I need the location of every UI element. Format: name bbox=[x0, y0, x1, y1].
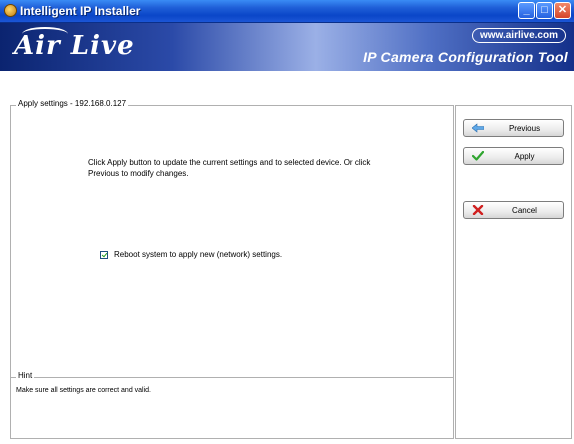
previous-label: Previous bbox=[508, 124, 541, 133]
app-icon bbox=[4, 4, 17, 17]
reboot-option[interactable]: Reboot system to apply new (network) set… bbox=[100, 250, 282, 259]
arrow-left-icon bbox=[472, 123, 484, 133]
previous-button[interactable]: Previous bbox=[463, 119, 564, 137]
tool-title: IP Camera Configuration Tool bbox=[363, 49, 568, 65]
close-button[interactable]: ✕ bbox=[554, 2, 571, 19]
reboot-checkbox[interactable] bbox=[100, 250, 108, 259]
maximize-button[interactable]: □ bbox=[536, 2, 553, 19]
hint-text: Make sure all settings are correct and v… bbox=[16, 387, 152, 394]
apply-button[interactable]: Apply bbox=[463, 147, 564, 165]
group-caption: Apply settings - 192.168.0.127 bbox=[16, 99, 129, 108]
brand-logo: Air Live bbox=[14, 31, 135, 61]
hint-caption: Hint bbox=[16, 371, 35, 380]
x-icon bbox=[472, 205, 484, 215]
cancel-label: Cancel bbox=[512, 206, 537, 215]
minimize-button[interactable]: _ bbox=[518, 2, 535, 19]
apply-label: Apply bbox=[514, 152, 535, 161]
checkmark-icon bbox=[472, 151, 484, 161]
header-banner: Air Live www.airlive.com IP Camera Confi… bbox=[0, 23, 574, 71]
hint-divider bbox=[10, 377, 454, 378]
brand-url: www.airlive.com bbox=[472, 28, 566, 43]
title-bar[interactable]: Intelligent IP Installer _ □ ✕ bbox=[0, 0, 574, 23]
instruction-text: Click Apply button to update the current… bbox=[88, 158, 371, 178]
window-title: Intelligent IP Installer bbox=[20, 4, 141, 18]
reboot-label: Reboot system to apply new (network) set… bbox=[114, 250, 283, 259]
cancel-button[interactable]: Cancel bbox=[463, 201, 564, 219]
